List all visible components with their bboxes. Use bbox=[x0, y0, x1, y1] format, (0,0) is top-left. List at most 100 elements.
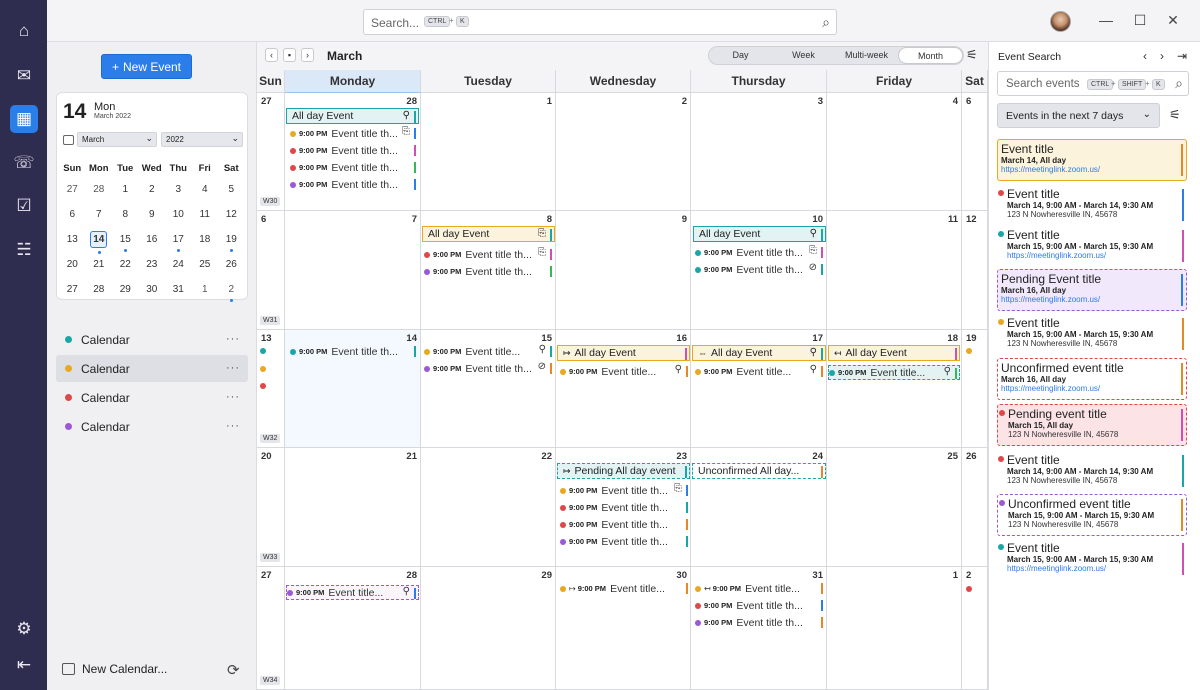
day-cell[interactable]: 1 bbox=[827, 567, 962, 690]
calendar-item[interactable]: Calendar ··· bbox=[56, 384, 248, 411]
day-cell[interactable]: 25 bbox=[827, 448, 962, 567]
search-result-item[interactable]: Event title March 14, 9:00 AM - March 14,… bbox=[997, 185, 1187, 227]
mini-day[interactable]: 27 bbox=[59, 284, 86, 295]
result-link[interactable]: https://meetinglink.zoom.us/ bbox=[1007, 564, 1179, 573]
search-result-item[interactable]: Pending event title March 15, All day 123 … bbox=[997, 404, 1187, 446]
mini-day[interactable]: 1 bbox=[192, 284, 219, 295]
sync-icon[interactable]: ⟳ bbox=[227, 661, 240, 679]
new-event-button[interactable]: + New Event bbox=[101, 54, 192, 79]
mini-day[interactable]: 1 bbox=[112, 184, 139, 195]
day-cell[interactable]: 20 W33 bbox=[257, 448, 285, 567]
timed-event[interactable]: 9:00 PM Event title th... ⎘ bbox=[560, 483, 690, 498]
timed-event[interactable]: 9:00 PM Event title th... bbox=[695, 598, 825, 613]
timed-event[interactable]: 9:00 PM Event title... ⚲ bbox=[695, 364, 825, 379]
mini-day[interactable]: 16 bbox=[139, 234, 166, 245]
view-month[interactable]: Month bbox=[898, 47, 963, 64]
mini-day[interactable]: 9 bbox=[139, 209, 166, 220]
day-cell[interactable]: 27 W30 bbox=[257, 93, 285, 211]
settings-icon[interactable]: ⚙ bbox=[10, 615, 38, 643]
chat-icon[interactable]: ☵ bbox=[10, 236, 38, 264]
result-link[interactable]: https://meetinglink.zoom.us/ bbox=[1001, 165, 1178, 174]
search-result-item[interactable]: Pending Event title March 16, All day http… bbox=[997, 269, 1187, 311]
search-icon[interactable]: ⌕ bbox=[1175, 75, 1183, 92]
day-cell[interactable]: 2 bbox=[556, 93, 691, 211]
more-icon[interactable]: ··· bbox=[226, 420, 240, 432]
timed-event[interactable]: 9:00 PM Event title th... ⎘ bbox=[290, 126, 418, 141]
timed-event[interactable]: 9:00 PM Event title th... ⎘ bbox=[424, 247, 554, 262]
mini-day[interactable]: 30 bbox=[139, 284, 166, 295]
all-day-event[interactable]: All day Event ⎘ bbox=[422, 226, 555, 242]
timed-event[interactable]: 9:00 PM Event title th... bbox=[290, 160, 418, 175]
timed-event[interactable]: 9:00 PM Event title th... bbox=[560, 534, 690, 549]
all-day-event[interactable]: ↦ Pending All day event bbox=[557, 463, 690, 479]
mini-day[interactable]: 2 bbox=[139, 184, 166, 195]
day-cell[interactable]: 26 bbox=[962, 448, 988, 567]
view-day[interactable]: Day bbox=[709, 47, 772, 64]
mini-day[interactable]: 12 bbox=[218, 209, 245, 220]
calendar-small-icon[interactable] bbox=[63, 135, 74, 145]
day-cell[interactable]: 27 W34 bbox=[257, 567, 285, 690]
new-calendar-button[interactable]: New Calendar... bbox=[62, 662, 167, 676]
timed-event[interactable]: 9:00 PM Event title th... bbox=[695, 615, 825, 630]
day-cell[interactable]: 21 bbox=[285, 448, 421, 567]
all-day-event[interactable]: Unconfirmed All day... bbox=[692, 463, 826, 479]
more-icon[interactable]: ··· bbox=[226, 391, 240, 403]
view-week[interactable]: Week bbox=[772, 47, 835, 64]
mini-day[interactable]: 31 bbox=[165, 284, 192, 295]
day-cell[interactable]: 2 bbox=[962, 567, 988, 690]
mini-day[interactable]: 19 bbox=[218, 234, 245, 252]
mini-day[interactable]: 4 bbox=[192, 184, 219, 195]
day-cell[interactable]: 22 bbox=[421, 448, 556, 567]
day-cell[interactable]: 3 bbox=[691, 93, 827, 211]
result-link[interactable]: https://meetinglink.zoom.us/ bbox=[1001, 295, 1178, 304]
timed-event[interactable]: 9:00 PM Event title... ⚲ bbox=[286, 585, 419, 600]
timed-event[interactable]: 9:00 PM Event title... ⚲ bbox=[560, 364, 690, 379]
day-cell[interactable]: 4 bbox=[827, 93, 962, 211]
day-cell[interactable]: 7 bbox=[285, 211, 421, 330]
mail-icon[interactable]: ✉ bbox=[10, 62, 38, 90]
mini-day[interactable]: 15 bbox=[112, 234, 139, 252]
search-result-item[interactable]: Unconfirmed event title March 16, All day… bbox=[997, 358, 1187, 400]
view-multiweek[interactable]: Multi-week bbox=[835, 47, 898, 64]
mini-day[interactable]: 2 bbox=[218, 284, 245, 302]
all-day-event[interactable]: ⇔ All day Event ⚲ bbox=[692, 345, 826, 361]
timed-event[interactable]: 9:00 PM Event title th... bbox=[560, 500, 690, 515]
global-search-input[interactable]: Search... CTRL + K ⌕ bbox=[363, 9, 837, 35]
search-result-item[interactable]: Event title March 15, 9:00 AM - March 15,… bbox=[997, 226, 1187, 268]
close-icon[interactable]: ✕ bbox=[1165, 12, 1181, 29]
timed-event[interactable]: 9:00 PM Event title th... bbox=[290, 177, 418, 192]
filter-icon[interactable]: ⚟ bbox=[1169, 107, 1181, 123]
mini-day[interactable]: 20 bbox=[59, 259, 86, 270]
event-search-input[interactable]: Search events CTRL + SHIFT + K ⌕ bbox=[997, 71, 1189, 96]
timed-event[interactable]: ↤ 9:00 PM Event title... bbox=[695, 581, 825, 596]
day-cell[interactable]: 11 bbox=[827, 211, 962, 330]
day-cell[interactable]: 1 bbox=[421, 93, 556, 211]
year-select[interactable]: 2022 ⌄ bbox=[161, 132, 243, 147]
search-result-item[interactable]: Unconfirmed event title March 15, 9:00 AM… bbox=[997, 494, 1187, 536]
contacts-icon[interactable]: ☏ bbox=[10, 149, 38, 177]
timed-event[interactable]: 9:00 PM Event title th... ⊘ bbox=[424, 361, 554, 376]
mini-day[interactable]: 28 bbox=[86, 284, 113, 295]
mini-day[interactable]: 7 bbox=[86, 209, 113, 220]
today-button[interactable]: ▪ bbox=[283, 48, 296, 62]
mini-day[interactable]: 11 bbox=[192, 209, 219, 220]
all-day-event[interactable]: ↦ All day Event bbox=[557, 345, 690, 361]
more-icon[interactable]: ··· bbox=[226, 362, 240, 374]
mini-day[interactable]: 10 bbox=[165, 209, 192, 220]
timed-event[interactable]: 9:00 PM Event title... ⚲ bbox=[828, 365, 960, 380]
mini-day[interactable]: 24 bbox=[165, 259, 192, 270]
mini-day[interactable]: 8 bbox=[112, 209, 139, 220]
home-icon[interactable]: ⌂ bbox=[10, 17, 38, 45]
day-cell[interactable]: 6 bbox=[962, 93, 988, 211]
filter-icon[interactable]: ⚟ bbox=[966, 47, 978, 63]
calendar-icon[interactable]: ▦ bbox=[10, 105, 38, 133]
timed-event[interactable]: 9:00 PM Event title th... bbox=[424, 264, 554, 279]
calendar-item[interactable]: Calendar ··· bbox=[56, 413, 248, 440]
mini-day[interactable]: 21 bbox=[86, 259, 113, 270]
mini-day[interactable]: 22 bbox=[112, 259, 139, 270]
day-cell[interactable]: 6 W31 bbox=[257, 211, 285, 330]
search-result-item[interactable]: Event title March 14, 9:00 AM - March 14,… bbox=[997, 451, 1187, 493]
mini-day[interactable]: 23 bbox=[139, 259, 166, 270]
mini-day[interactable]: 27 bbox=[59, 184, 86, 195]
prev-month-button[interactable]: ‹ bbox=[265, 48, 278, 62]
